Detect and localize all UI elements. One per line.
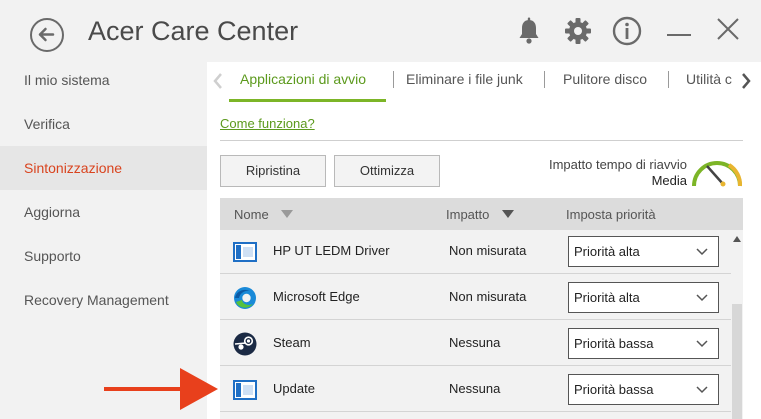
scroll-up-icon[interactable] [733, 236, 741, 242]
tab-disk-cleaner[interactable]: Pulitore disco [563, 71, 647, 87]
priority-value: Priorità bassa [574, 382, 654, 397]
minimize-icon[interactable] [663, 14, 697, 48]
chevron-down-icon [696, 294, 708, 302]
close-icon[interactable] [711, 14, 745, 48]
sidebar-item-support[interactable]: Supporto [0, 234, 207, 278]
gauge-icon [689, 152, 745, 192]
restart-impact-label: Impatto tempo di riavvio [548, 157, 687, 172]
tab-utilities[interactable]: Utilità c [686, 71, 732, 87]
app-impact: Non misurata [449, 243, 527, 258]
priority-dropdown[interactable]: Priorità bassa [568, 328, 719, 359]
column-header-priority: Imposta priorità [566, 207, 656, 222]
restart-impact-value: Media [651, 173, 687, 188]
sidebar-item-my-system[interactable]: Il mio sistema [0, 58, 207, 102]
app-impact: Nessuna [449, 381, 501, 396]
app-title: Acer Care Center [88, 16, 299, 46]
info-icon[interactable] [610, 14, 644, 48]
startup-apps-table: HP UT LEDM Driver Non misurata Priorità … [220, 230, 731, 419]
priority-dropdown[interactable]: Priorità alta [568, 282, 719, 313]
divider [220, 140, 743, 141]
app-name: Steam [273, 335, 311, 350]
priority-value: Priorità bassa [574, 336, 654, 351]
optimize-button[interactable]: Ottimizza [334, 155, 440, 187]
priority-dropdown[interactable]: Priorità bassa [568, 374, 719, 405]
table-row[interactable]: Update Nessuna Priorità bassa [220, 367, 731, 412]
tab-startup-apps[interactable]: Applicazioni di avvio [240, 71, 366, 87]
tab-separator [668, 71, 669, 88]
reset-button[interactable]: Ripristina [220, 155, 326, 187]
active-tab-indicator [229, 99, 386, 102]
priority-dropdown[interactable]: Priorità alta [568, 236, 719, 267]
how-it-works-link[interactable]: Come funziona? [220, 116, 315, 131]
chevron-right-icon[interactable] [739, 70, 753, 92]
sidebar-item-check[interactable]: Verifica [0, 102, 207, 146]
title-bar: Acer Care Center [0, 0, 761, 62]
app-name: Update [273, 381, 315, 396]
tab-separator [393, 71, 394, 88]
tab-separator [544, 71, 545, 88]
app-impact: Non misurata [449, 289, 527, 304]
annotation-arrow-icon [100, 364, 230, 414]
table-scrollbar[interactable] [731, 230, 743, 419]
sidebar-item-recovery-management[interactable]: Recovery Management [0, 278, 207, 322]
scrollbar-thumb[interactable] [732, 304, 742, 419]
column-header-name[interactable]: Nome [234, 207, 269, 222]
table-row[interactable]: Microsoft Edge Non misurata Priorità alt… [220, 275, 731, 320]
main-panel: Applicazioni di avvio Eliminare i file j… [207, 62, 761, 419]
steam-icon [233, 332, 257, 356]
priority-value: Priorità alta [574, 290, 640, 305]
priority-value: Priorità alta [574, 244, 640, 259]
chevron-left-icon[interactable] [211, 70, 225, 92]
table-header: Nome Impatto Imposta priorità [220, 198, 743, 230]
sort-arrow-icon[interactable] [502, 210, 514, 218]
app-name: HP UT LEDM Driver [273, 243, 390, 258]
gear-icon[interactable] [561, 14, 595, 48]
sidebar-item-update[interactable]: Aggiorna [0, 190, 207, 234]
chevron-down-icon [696, 248, 708, 256]
table-row[interactable]: HP UT LEDM Driver Non misurata Priorità … [220, 230, 731, 274]
chevron-down-icon [696, 386, 708, 394]
app-window-icon [233, 240, 257, 264]
app-window-icon [233, 378, 257, 402]
app-impact: Nessuna [449, 335, 501, 350]
tab-bar: Applicazioni di avvio Eliminare i file j… [207, 62, 761, 102]
edge-icon [233, 286, 257, 310]
chevron-down-icon [696, 340, 708, 348]
app-name: Microsoft Edge [273, 289, 360, 304]
sidebar-item-tuning[interactable]: Sintonizzazione [0, 146, 207, 190]
sort-arrow-icon[interactable] [281, 210, 293, 218]
table-row[interactable]: Steam Nessuna Priorità bassa [220, 321, 731, 366]
column-header-impact[interactable]: Impatto [446, 207, 489, 222]
back-arrow-icon[interactable] [30, 18, 64, 52]
tab-junk-files[interactable]: Eliminare i file junk [406, 71, 523, 87]
bell-icon[interactable] [512, 14, 546, 48]
